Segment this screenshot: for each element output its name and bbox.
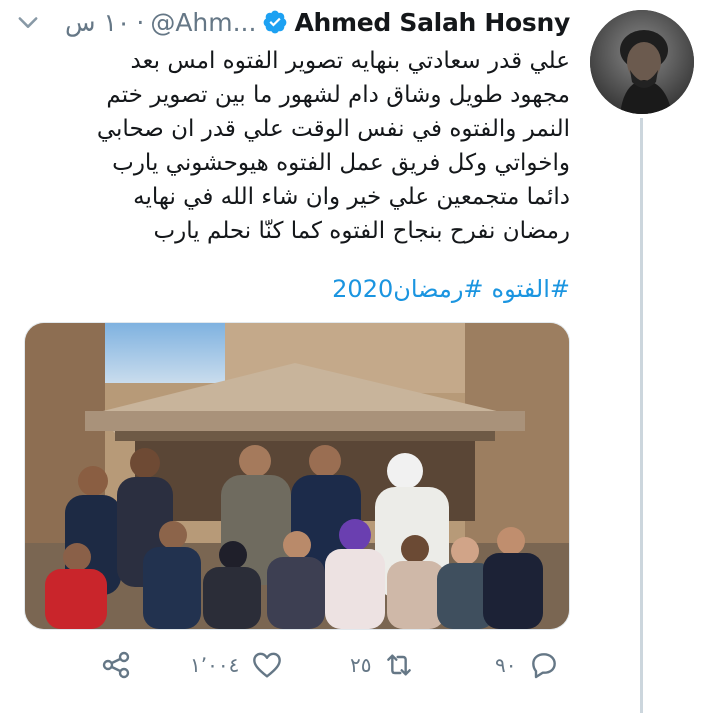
- tweet-timestamp[interactable]: ١٠ س: [65, 8, 130, 37]
- author-handle[interactable]: @Ahm...: [150, 8, 256, 37]
- hashtag-row: #الفتوه #رمضان2020: [10, 272, 570, 306]
- retweet-count: ٢٥: [350, 653, 372, 677]
- share-icon: [102, 651, 130, 679]
- tweet-line: دائما متجمعين علي خير وان شاء الله في نه…: [133, 184, 570, 210]
- avatar[interactable]: [590, 10, 694, 114]
- tweet-photo[interactable]: [24, 322, 570, 630]
- separator-dot: ·: [136, 7, 145, 37]
- reply-count: ٩٠: [495, 653, 517, 677]
- verified-badge-icon: [264, 10, 287, 34]
- hashtag-link[interactable]: #الفتوه: [492, 275, 570, 303]
- hashtag-link[interactable]: #رمضان2020: [332, 275, 483, 303]
- chevron-down-icon[interactable]: [14, 8, 42, 36]
- tweet-text: علي قدر سعادتي بنهايه تصوير الفتوه امس ب…: [10, 44, 570, 248]
- tweet-line: علي قدر سعادتي بنهايه تصوير الفتوه امس ب…: [130, 48, 570, 74]
- tweet-actions: ١٬٠٠٤ ٢٥ ٩٠: [100, 640, 580, 690]
- retweet-icon: [387, 654, 412, 676]
- like-button[interactable]: ١٬٠٠٤: [190, 640, 283, 690]
- like-count: ١٬٠٠٤: [190, 653, 240, 677]
- retweet-button[interactable]: ٢٥: [350, 640, 415, 690]
- reply-icon: [532, 653, 557, 679]
- tweet-line: النمر والفتوه في نفس الوقت علي قدر ان صح…: [96, 116, 570, 142]
- tweet-line: مجهود طويل وشاق دام لشهور ما بين تصوير خ…: [106, 82, 570, 108]
- thread-line: [640, 118, 643, 713]
- tweet-line: رمضان نفرح بنجاح الفتوه كما كنّا نحلم يا…: [153, 218, 570, 244]
- tweet-line: واخواتي وكل فريق عمل الفتوه هيوحشوني يار…: [112, 150, 570, 176]
- share-button[interactable]: [100, 640, 132, 690]
- reply-button[interactable]: ٩٠: [495, 640, 560, 690]
- heart-icon: [253, 652, 282, 678]
- author-name[interactable]: Ahmed Salah Hosny: [294, 8, 570, 37]
- tweet-header: Ahmed Salah Hosny @Ahm... · ١٠ س: [0, 2, 570, 42]
